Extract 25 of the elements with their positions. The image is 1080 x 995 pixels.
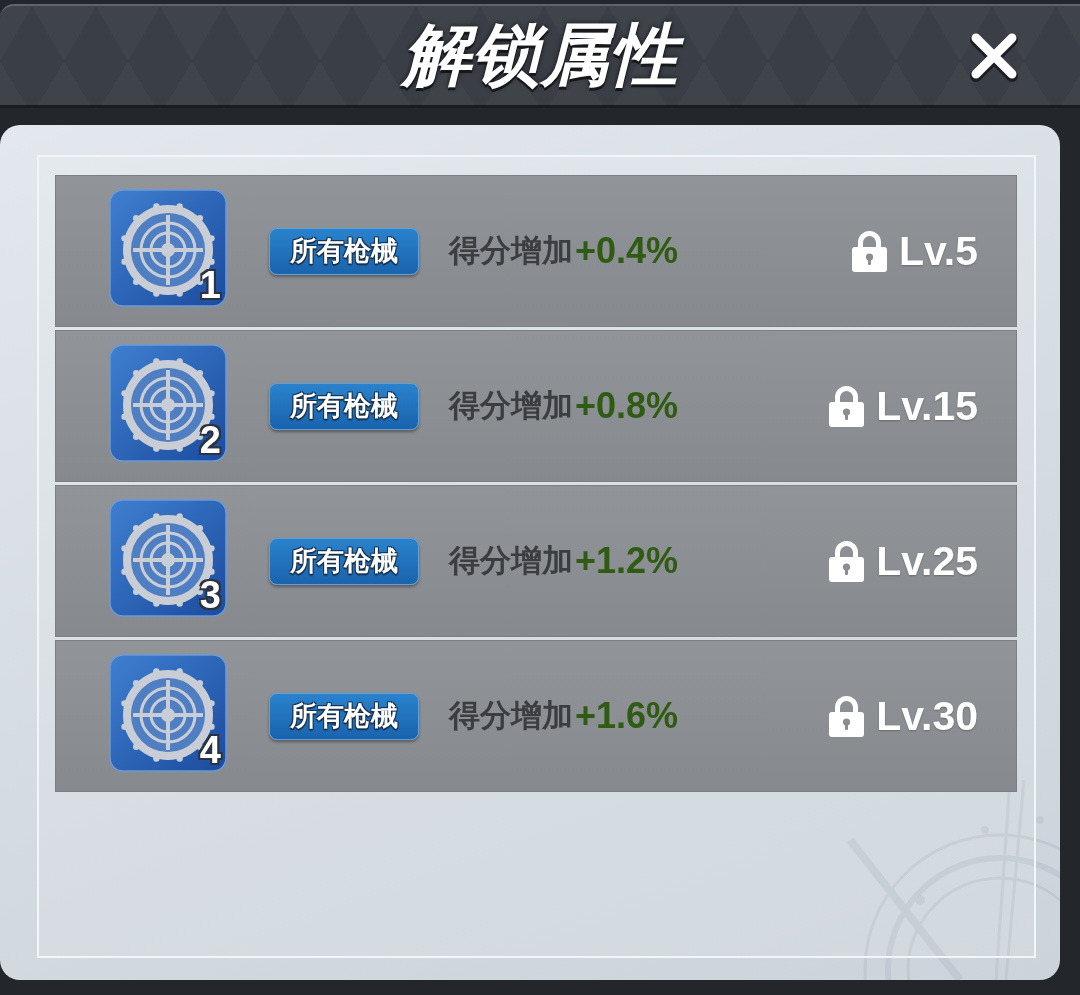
effect-label: 得分增加: [449, 696, 573, 735]
tier-number: 2: [199, 421, 221, 459]
scope-tag: 所有枪械: [269, 382, 419, 430]
tier-number: 3: [199, 576, 221, 614]
effect-label: 得分增加: [449, 541, 573, 580]
unlock-level: Lv.25: [876, 537, 978, 585]
target-icon: [109, 654, 227, 772]
tier-number: 4: [199, 731, 221, 769]
scope-tag: 所有枪械: [269, 692, 419, 740]
unlock-level: Lv.15: [876, 382, 978, 430]
effect-value: +1.6%: [575, 695, 679, 737]
target-icon: [109, 189, 227, 307]
effect-label: 得分增加: [449, 231, 573, 270]
target-icon: [109, 499, 227, 617]
unlock-level: Lv.5: [899, 227, 978, 275]
effect-value: +1.2%: [575, 540, 679, 582]
scope-tag: 所有枪械: [269, 537, 419, 585]
effect-label: 得分增加: [449, 386, 573, 425]
unlock-level: Lv.30: [876, 692, 978, 740]
target-icon: [109, 344, 227, 462]
tier-number: 1: [199, 266, 221, 304]
effect-value: +0.4%: [575, 230, 679, 272]
effect-value: +0.8%: [575, 385, 679, 427]
dialog-title: 解锁属性: [389, 16, 691, 95]
scope-tag: 所有枪械: [269, 227, 419, 275]
